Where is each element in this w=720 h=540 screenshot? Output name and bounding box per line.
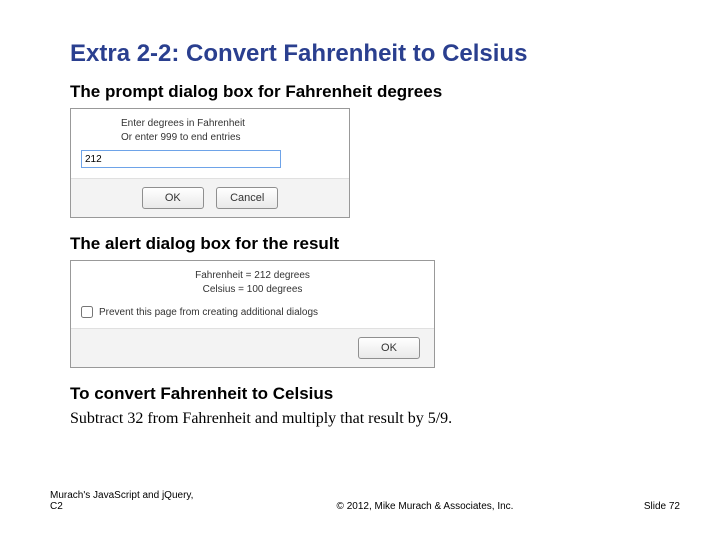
alert-text-line-1: Fahrenheit = 212 degrees bbox=[81, 269, 424, 283]
cancel-button[interactable]: Cancel bbox=[216, 187, 278, 209]
prompt-input[interactable] bbox=[81, 150, 281, 168]
slide: Extra 2-2: Convert Fahrenheit to Celsius… bbox=[0, 0, 720, 540]
prevent-dialogs-label: Prevent this page from creating addition… bbox=[99, 307, 318, 318]
footer-center: © 2012, Mike Murach & Associates, Inc. bbox=[270, 501, 580, 512]
footer-right: Slide 72 bbox=[580, 501, 680, 512]
prompt-dialog: Enter degrees in Fahrenheit Or enter 999… bbox=[70, 108, 350, 218]
alert-dialog: Fahrenheit = 212 degrees Celsius = 100 d… bbox=[70, 260, 435, 368]
prompt-button-bar: OK Cancel bbox=[71, 178, 349, 217]
prevent-dialogs-checkbox[interactable] bbox=[81, 306, 93, 318]
prompt-text-line-2: Or enter 999 to end entries bbox=[121, 131, 339, 145]
footer-left-line-1: Murach's JavaScript and jQuery, bbox=[50, 490, 270, 501]
footer-left-line-2: C2 bbox=[50, 501, 270, 512]
ok-button[interactable]: OK bbox=[142, 187, 204, 209]
alert-heading: The alert dialog box for the result bbox=[70, 234, 670, 254]
alert-text-line-2: Celsius = 100 degrees bbox=[81, 283, 424, 297]
slide-footer: Murach's JavaScript and jQuery, C2 © 201… bbox=[0, 490, 720, 512]
convert-text: Subtract 32 from Fahrenheit and multiply… bbox=[70, 410, 670, 428]
prompt-text-line-1: Enter degrees in Fahrenheit bbox=[121, 117, 339, 131]
prompt-heading: The prompt dialog box for Fahrenheit deg… bbox=[70, 82, 670, 102]
slide-title: Extra 2-2: Convert Fahrenheit to Celsius bbox=[70, 40, 670, 68]
alert-button-bar: OK bbox=[71, 328, 434, 367]
ok-button[interactable]: OK bbox=[358, 337, 420, 359]
convert-heading: To convert Fahrenheit to Celsius bbox=[70, 384, 670, 404]
